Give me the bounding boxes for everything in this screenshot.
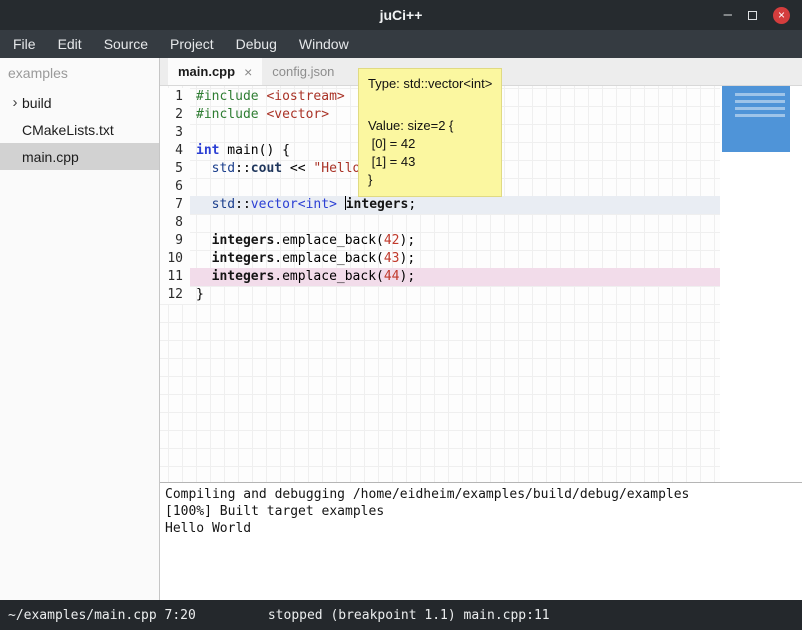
tooltip-line: [1] = 43 [368, 153, 492, 171]
window-title: juCi++ [0, 7, 802, 23]
code-text: integers.emplace_back(42); [190, 232, 720, 250]
line-number[interactable]: 1 [160, 88, 190, 106]
menu-item-debug[interactable]: Debug [225, 32, 288, 56]
line-number[interactable]: 2 [160, 106, 190, 124]
tab-label: config.json [272, 64, 334, 79]
sidebar-item-cmakelists-txt[interactable]: CMakeLists.txt [0, 116, 159, 143]
status-file-position: ~/examples/main.cpp 7:20 [8, 608, 196, 623]
expander-icon[interactable]: › [8, 94, 22, 111]
line-number[interactable]: 12 [160, 286, 190, 304]
line-number[interactable]: 5 [160, 160, 190, 178]
line-number[interactable]: 8 [160, 214, 190, 232]
tooltip-type-line: Type: std::vector<int> [368, 76, 492, 91]
code-text [190, 214, 720, 232]
jucipp-window: juCi++ – × FileEditSourceProjectDebugWin… [0, 0, 802, 630]
line-number[interactable]: 11 [160, 268, 190, 286]
status-bar: ~/examples/main.cpp 7:20 stopped (breakp… [0, 600, 802, 630]
code-line-11[interactable]: 11 integers.emplace_back(44); [160, 268, 720, 286]
terminal-line: Hello World [165, 520, 797, 537]
code-text: std::vector<int> integers; [190, 196, 720, 214]
restore-button[interactable] [748, 11, 757, 20]
content: examples ›build CMakeLists.txt main.cpp ma… [0, 58, 802, 600]
menu-item-project[interactable]: Project [159, 32, 225, 56]
code-line-8[interactable]: 8 [160, 214, 720, 232]
titlebar: juCi++ – × [0, 0, 802, 30]
line-number[interactable]: 6 [160, 178, 190, 196]
tab-label: main.cpp [178, 64, 235, 79]
menubar: FileEditSourceProjectDebugWindow [0, 30, 802, 58]
tooltip-line: } [368, 171, 492, 189]
minimize-button[interactable]: – [724, 10, 732, 20]
menu-item-file[interactable]: File [2, 32, 47, 56]
line-number[interactable]: 4 [160, 142, 190, 160]
status-debug-state: stopped (breakpoint 1.1) main.cpp:11 [268, 608, 550, 623]
overview-line [735, 107, 785, 110]
tooltip-value-lines: Value: size=2 { [0] = 42 [1] = 43} [368, 117, 492, 189]
editor-pane: main.cpp×config.json 1#include <iostream… [160, 58, 802, 600]
code-line-9[interactable]: 9 integers.emplace_back(42); [160, 232, 720, 250]
menu-item-window[interactable]: Window [288, 32, 360, 56]
sidebar-item-main-cpp[interactable]: main.cpp [0, 143, 159, 170]
terminal-line: [100%] Built target examples [165, 503, 797, 520]
file-tree: ›build CMakeLists.txt main.cpp [0, 89, 159, 170]
file-label: main.cpp [22, 149, 79, 165]
code-text: } [190, 286, 720, 304]
file-label: CMakeLists.txt [22, 122, 114, 138]
line-number[interactable]: 10 [160, 250, 190, 268]
code-text: integers.emplace_back(44); [190, 268, 720, 286]
code-text: integers.emplace_back(43); [190, 250, 720, 268]
code-line-7[interactable]: 7 std::vector<int> integers; [160, 196, 720, 214]
line-number[interactable]: 7 [160, 196, 190, 214]
terminal-output[interactable]: Compiling and debugging /home/eidheim/ex… [160, 483, 802, 600]
close-button[interactable]: × [773, 7, 790, 24]
code-line-10[interactable]: 10 integers.emplace_back(43); [160, 250, 720, 268]
overview-line [735, 93, 785, 96]
line-number[interactable]: 3 [160, 124, 190, 142]
editor-margin [720, 86, 802, 482]
file-label: build [22, 95, 52, 111]
tab-close-icon[interactable]: × [244, 64, 252, 80]
menu-item-source[interactable]: Source [93, 32, 159, 56]
debug-value-tooltip: Type: std::vector<int> Value: size=2 { [… [358, 68, 502, 197]
overview-line [735, 100, 785, 103]
tab-main-cpp[interactable]: main.cpp × [168, 58, 262, 85]
project-name: examples [0, 58, 159, 89]
tab-config-json[interactable]: config.json [262, 58, 344, 85]
code-line-12[interactable]: 12} [160, 286, 720, 304]
overview-line [735, 114, 785, 117]
sidebar-item-build[interactable]: ›build [0, 89, 159, 116]
window-controls: – × [724, 7, 802, 24]
line-number[interactable]: 9 [160, 232, 190, 250]
scroll-overview[interactable] [722, 86, 790, 152]
menu-item-edit[interactable]: Edit [47, 32, 93, 56]
restore-icon [748, 11, 757, 20]
tooltip-line: Value: size=2 { [368, 117, 492, 135]
file-browser: examples ›build CMakeLists.txt main.cpp [0, 58, 160, 600]
tooltip-line: [0] = 42 [368, 135, 492, 153]
terminal-line: Compiling and debugging /home/eidheim/ex… [165, 486, 797, 503]
